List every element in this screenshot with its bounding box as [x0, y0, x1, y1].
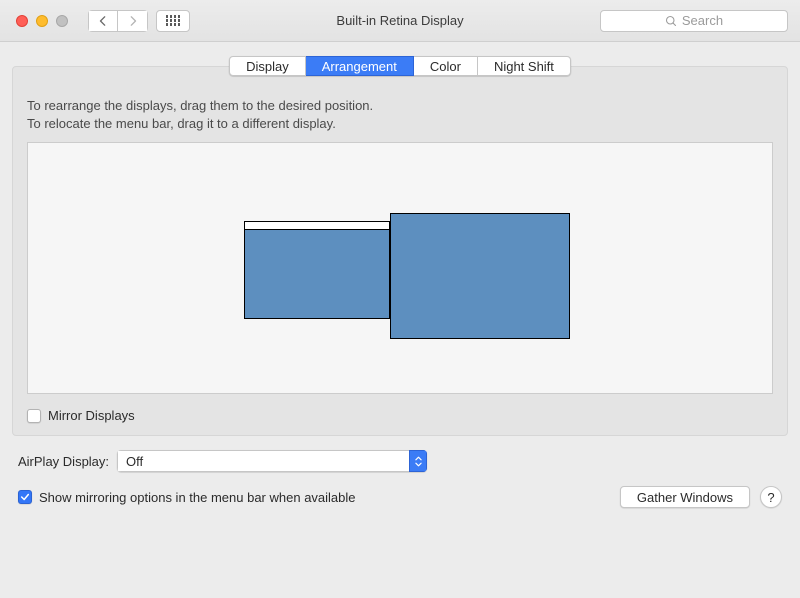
- tabs: Display Arrangement Color Night Shift: [229, 56, 571, 76]
- instructions-line-2: To relocate the menu bar, drag it to a d…: [27, 115, 773, 133]
- airplay-value: Off: [117, 450, 409, 472]
- zoom-window-button[interactable]: [56, 15, 68, 27]
- search-icon: [665, 15, 677, 27]
- instructions-line-1: To rearrange the displays, drag them to …: [27, 97, 773, 115]
- show-mirroring-label: Show mirroring options in the menu bar w…: [39, 490, 356, 505]
- tab-arrangement[interactable]: Arrangement: [306, 56, 414, 76]
- chevron-left-icon: [99, 16, 107, 26]
- chevron-up-icon: [415, 456, 422, 461]
- checkmark-icon: [20, 492, 30, 502]
- below-panel: AirPlay Display: Off Show mirroring opti…: [12, 436, 788, 508]
- arrangement-panel: To rearrange the displays, drag them to …: [12, 66, 788, 436]
- tab-color[interactable]: Color: [414, 56, 478, 76]
- mirror-displays-checkbox[interactable]: Mirror Displays: [27, 408, 135, 423]
- search-placeholder: Search: [682, 13, 723, 28]
- tab-night-shift[interactable]: Night Shift: [478, 56, 571, 76]
- display-arrangement-canvas[interactable]: [27, 142, 773, 394]
- checkbox-box: [27, 409, 41, 423]
- airplay-label: AirPlay Display:: [18, 454, 109, 469]
- airplay-popup[interactable]: Off: [117, 450, 427, 472]
- checkbox-box: [18, 490, 32, 504]
- chevron-right-icon: [129, 16, 137, 26]
- search-input[interactable]: Search: [600, 10, 788, 32]
- mirror-displays-label: Mirror Displays: [48, 408, 135, 423]
- gather-windows-button[interactable]: Gather Windows: [620, 486, 750, 508]
- toolbar-nav: [88, 10, 190, 32]
- display-1[interactable]: [244, 221, 390, 319]
- popup-stepper-icon: [409, 450, 427, 472]
- show-mirroring-checkbox[interactable]: Show mirroring options in the menu bar w…: [18, 490, 356, 505]
- close-window-button[interactable]: [16, 15, 28, 27]
- tab-display[interactable]: Display: [229, 56, 306, 76]
- minimize-window-button[interactable]: [36, 15, 48, 27]
- mirror-row: Mirror Displays: [27, 408, 773, 423]
- display-2[interactable]: [390, 213, 570, 339]
- airplay-row: AirPlay Display: Off: [18, 450, 782, 472]
- content-area: Display Arrangement Color Night Shift To…: [0, 42, 800, 598]
- tabs-container: Display Arrangement Color Night Shift: [12, 42, 788, 76]
- help-button[interactable]: ?: [760, 486, 782, 508]
- traffic-lights: [16, 15, 68, 27]
- forward-button[interactable]: [118, 10, 148, 32]
- bottom-row: Show mirroring options in the menu bar w…: [18, 486, 782, 508]
- nav-history-buttons: [88, 10, 148, 32]
- show-all-button[interactable]: [156, 10, 190, 32]
- system-preferences-window: Built-in Retina Display Search Display A…: [0, 0, 800, 598]
- back-button[interactable]: [88, 10, 118, 32]
- titlebar: Built-in Retina Display Search: [0, 0, 800, 42]
- instructions-text: To rearrange the displays, drag them to …: [27, 97, 773, 132]
- chevron-down-icon: [415, 462, 422, 467]
- grid-icon: [166, 15, 180, 25]
